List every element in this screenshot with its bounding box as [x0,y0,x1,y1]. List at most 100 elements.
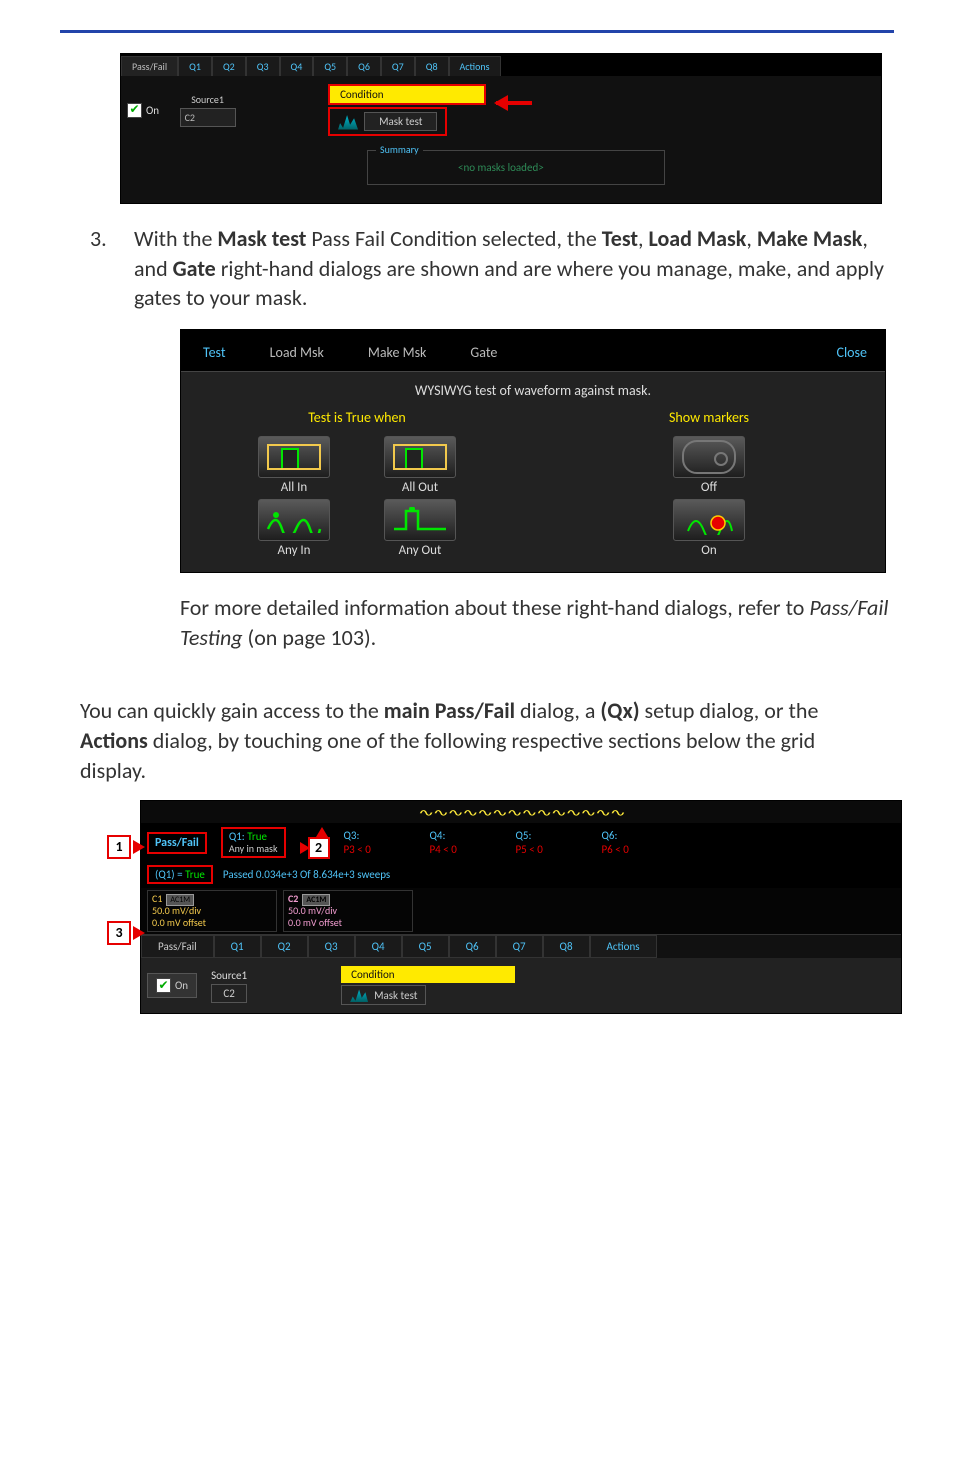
tab-q3[interactable]: Q3 [308,935,355,958]
waveform-icon [350,988,368,1002]
tab-q8[interactable]: Q8 [415,56,449,76]
all-out-button[interactable]: All Out [372,436,468,495]
main-paragraph: You can quickly gain access to the main … [80,696,834,785]
arrow-icon [133,840,145,854]
step-3: 3. With the Mask test Pass Fail Conditio… [90,224,894,313]
check-icon: ✔ [127,103,142,118]
tab-q8[interactable]: Q8 [543,935,590,958]
fig2-title: WYSIWYG test of waveform against mask. [181,380,885,409]
tab-q5[interactable]: Q5 [313,56,347,76]
callout-1-number: 1 [107,835,131,859]
source1-value[interactable]: C2 [180,108,236,127]
step-text: With the Mask test Pass Fail Condition s… [134,224,894,313]
grid-waveform: ∿∿∿∿∿∿∿∿∿∿∿∿∿∿ [141,801,901,823]
tab-gate[interactable]: Gate [448,336,519,369]
tab-q4[interactable]: Q4 [280,56,314,76]
all-in-label: All In [246,480,342,495]
any-in-label: Any In [246,543,342,558]
figure-test-dialog: Test Load Msk Make Msk Gate Close WYSIWY… [180,329,886,573]
channel-c1[interactable]: C1AC1M 50.0 mV/div 0.0 mV offset [147,890,277,933]
channel-row: C1AC1M 50.0 mV/div 0.0 mV offset C2AC1M … [141,888,901,935]
figure-passfail-condition: Pass/Fail Q1 Q2 Q3 Q4 Q5 Q6 Q7 Q8 Action… [120,53,882,204]
condition-value[interactable]: Mask test [341,985,426,1005]
tab-q4[interactable]: Q4 [355,935,402,958]
tab-loadmsk[interactable]: Load Msk [248,336,346,369]
tab-makemsk[interactable]: Make Msk [346,336,449,369]
any-in-button[interactable]: Any In [246,499,342,558]
passfail-cell[interactable]: Pass/Fail [147,832,207,854]
tab-q6[interactable]: Q6 [449,935,496,958]
condition-group: Condition Mask test [341,966,514,1005]
source1-group: Source1 C2 [211,969,247,1003]
any-in-icon [266,507,322,533]
q6-cell[interactable]: Q6: P6 < 0 [602,829,674,855]
all-out-label: All Out [372,480,468,495]
summary-text: <no masks loaded> [458,161,544,174]
check-icon: ✔ [156,978,171,993]
summary-legend: Summary [376,143,423,156]
mask-test-label: Mask test [364,112,437,131]
any-out-label: Any Out [372,543,468,558]
callout-1: 1 [107,835,145,859]
any-out-icon [392,507,448,533]
summary-box: Summary <no masks loaded> [367,150,665,185]
tab-q1[interactable]: Q1 [178,56,212,76]
all-in-button[interactable]: All In [246,436,342,495]
on-label: On [175,979,188,992]
q5-cell[interactable]: Q5: P5 < 0 [516,829,588,855]
channel-c2[interactable]: C2AC1M 50.0 mV/div 0.0 mV offset [283,890,413,933]
on-checkbox[interactable]: ✔ On [147,973,197,998]
waveform-icon [338,114,358,130]
tab-q2[interactable]: Q2 [212,56,246,76]
step-number: 3. [90,224,110,313]
top-rule [60,30,894,33]
markers-off-button[interactable]: Off [661,436,757,495]
source1-label: Source1 [211,969,247,982]
tab-passfail[interactable]: Pass/Fail [141,935,214,958]
tab-q3[interactable]: Q3 [246,56,280,76]
markers-off-label: Off [661,480,757,495]
tab-q2[interactable]: Q2 [261,935,308,958]
close-button[interactable]: Close [818,336,885,369]
callout-3-number: 3 [107,921,131,945]
mask-test-label: Mask test [374,989,417,1002]
markers-on-button[interactable]: On [661,499,757,558]
fig1-tabrow: Pass/Fail Q1 Q2 Q3 Q4 Q5 Q6 Q7 Q8 Action… [121,54,881,76]
tab-q7[interactable]: Q7 [381,56,415,76]
tab-q1[interactable]: Q1 [214,935,261,958]
fig3-lower-panel: ✔ On Source1 C2 Condition Mask test [141,958,901,1013]
arrow-icon [133,926,145,940]
tab-actions[interactable]: Actions [590,935,657,958]
red-arrow-icon [496,94,546,112]
tab-q7[interactable]: Q7 [496,935,543,958]
waveform-squiggle-icon: ∿∿∿∿∿∿∿∿∿∿∿∿∿∿ [418,806,625,817]
q4-cell[interactable]: Q4: P4 < 0 [430,829,502,855]
markers-off-icon [682,440,736,474]
tab-passfail[interactable]: Pass/Fail [121,56,178,76]
q3-cell[interactable]: Q3: P3 < 0 [344,829,416,855]
arrow-icon [316,827,328,837]
source1-value[interactable]: C2 [211,984,247,1003]
tab-q5[interactable]: Q5 [402,935,449,958]
q1-cell[interactable]: Q1: True Any in mask [221,827,286,858]
test-true-header: Test is True when [181,409,533,426]
status-row-2: (Q1) = True Passed 0.034e+3 Of 8.634e+3 … [141,863,901,888]
condition-label: Condition [328,84,485,105]
tab-test[interactable]: Test [181,336,248,369]
any-out-button[interactable]: Any Out [372,499,468,558]
q1-true-cell[interactable]: (Q1) = True [147,865,213,884]
status-row: Pass/Fail Q1: True Any in mask 2 Q3: P3 … [141,823,901,863]
show-markers-header: Show markers [533,409,885,426]
fig2-tabrow: Test Load Msk Make Msk Gate Close [181,330,885,371]
on-checkbox[interactable]: ✔ On [127,103,159,118]
mask-test-button[interactable]: Mask test [328,107,447,136]
on-label: On [146,104,159,117]
tab-actions[interactable]: Actions [449,56,501,76]
all-in-icon [267,444,321,470]
figure-grid-display: 1 3 ∿∿∿∿∿∿∿∿∿∿∿∿∿∿ Pass/Fail Q1: True An… [140,800,902,1015]
source1-group: Source1 C2 [180,93,236,127]
all-out-icon [393,444,447,470]
condition-group: Condition Mask test [328,84,485,136]
tab-q6[interactable]: Q6 [347,56,381,76]
passed-line: Passed 0.034e+3 Of 8.634e+3 sweeps [223,868,390,881]
